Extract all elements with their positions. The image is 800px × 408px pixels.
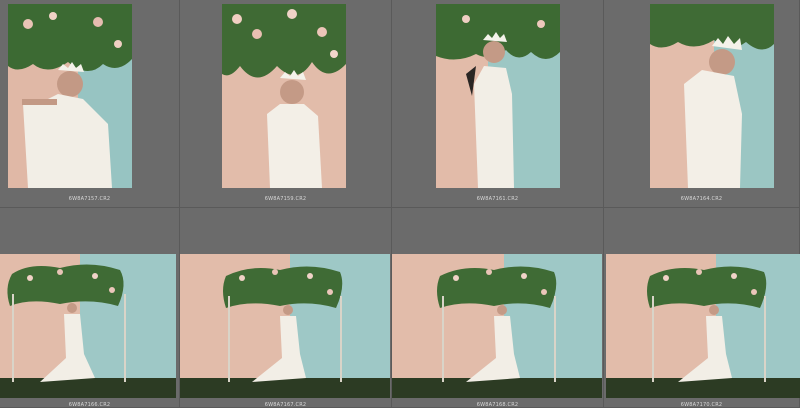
photo-thumbnail-icon[interactable] [8, 4, 132, 188]
photo-thumbnail-icon[interactable] [606, 254, 800, 398]
grid-cell-7[interactable]: 6W8A7168.CR2 [392, 208, 604, 408]
grid-cell-2[interactable]: 6W8A7159.CR2 [180, 0, 392, 208]
grid-cell-1[interactable]: 6W8A7157.CR2 [0, 0, 180, 208]
photo-thumbnail-icon[interactable] [222, 4, 346, 188]
photo-filename: 6W8A7157.CR2 [68, 196, 111, 202]
photo-filename: 6W8A7167.CR2 [264, 402, 307, 408]
photo-thumbnail-icon[interactable] [392, 254, 602, 398]
photo-filename: 6W8A7168.CR2 [476, 402, 519, 408]
photo-filename: 6W8A7164.CR2 [680, 196, 723, 202]
photo-thumbnail-icon[interactable] [436, 4, 560, 188]
photo-grid: 6W8A7157.CR2 6W8A7159.CR2 6W8A7161.CR2 6… [0, 0, 800, 408]
photo-filename: 6W8A7161.CR2 [476, 196, 519, 202]
grid-cell-5[interactable]: 6W8A7166.CR2 [0, 208, 180, 408]
grid-cell-4[interactable]: 6W8A7164.CR2 [604, 0, 800, 208]
grid-cell-6[interactable]: 6W8A7167.CR2 [180, 208, 392, 408]
grid-cell-8[interactable]: 6W8A7170.CR2 [604, 208, 800, 408]
photo-filename: 6W8A7159.CR2 [264, 196, 307, 202]
photo-thumbnail-icon[interactable] [0, 254, 176, 398]
photo-thumbnail-icon[interactable] [650, 4, 774, 188]
photo-thumbnail-icon[interactable] [180, 254, 390, 398]
photo-filename: 6W8A7170.CR2 [680, 402, 723, 408]
photo-filename: 6W8A7166.CR2 [68, 402, 111, 408]
grid-cell-3[interactable]: 6W8A7161.CR2 [392, 0, 604, 208]
